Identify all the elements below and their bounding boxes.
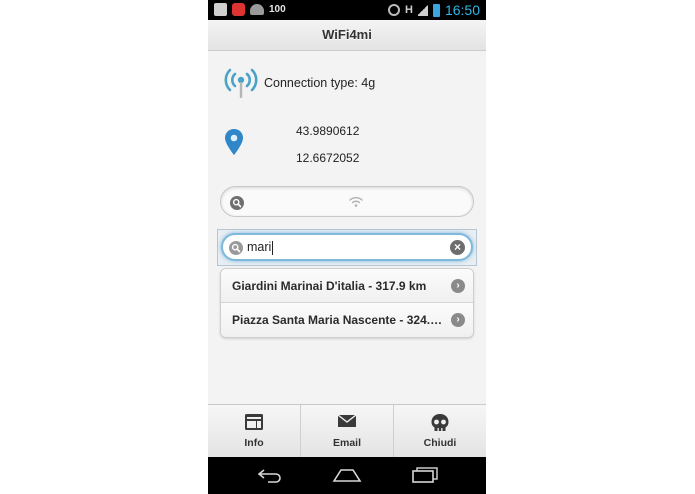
status-bar: 100 H 16:50 bbox=[208, 0, 486, 20]
recent-apps-icon[interactable] bbox=[411, 467, 439, 488]
latitude-value: 43.9890612 bbox=[296, 124, 360, 138]
nav-info-label: Info bbox=[244, 437, 264, 449]
chevron-right-icon: › bbox=[451, 313, 465, 327]
chevron-right-icon: › bbox=[451, 279, 465, 293]
nav-info-button[interactable]: Info bbox=[208, 405, 301, 457]
info-icon bbox=[244, 413, 264, 436]
skull-icon bbox=[430, 413, 450, 438]
clear-icon[interactable]: × bbox=[450, 240, 465, 255]
battery-icon bbox=[432, 3, 440, 17]
list-item[interactable]: Piazza Santa Maria Nascente - 324.… › bbox=[221, 303, 473, 337]
email-icon bbox=[337, 413, 357, 434]
battery-level-text: 100 bbox=[269, 4, 286, 15]
search-icon bbox=[230, 196, 244, 215]
app-header: WiFi4mi bbox=[208, 20, 486, 51]
antenna-icon bbox=[224, 66, 258, 100]
wifi-icon bbox=[349, 195, 363, 213]
connection-row: Connection type: 4g bbox=[224, 66, 375, 100]
connection-type-label: Connection type: 4g bbox=[264, 76, 376, 90]
system-nav-bar bbox=[208, 457, 486, 494]
filter-input-value[interactable]: mari bbox=[247, 240, 273, 255]
nav-email-button[interactable]: Email bbox=[301, 405, 394, 457]
android-icon bbox=[250, 4, 264, 15]
filter-input[interactable]: mari × bbox=[221, 233, 473, 261]
app-title: WiFi4mi bbox=[322, 27, 372, 42]
rotate-icon bbox=[388, 4, 400, 16]
longitude-value: 12.6672052 bbox=[296, 151, 360, 165]
network-type: H bbox=[405, 4, 413, 16]
map-pin-icon bbox=[224, 128, 244, 156]
status-time: 16:50 bbox=[444, 2, 480, 18]
nav-close-button[interactable]: Chiudi bbox=[394, 405, 486, 457]
filter-bar: mari × bbox=[217, 229, 477, 266]
image-icon bbox=[214, 3, 227, 16]
list-item[interactable]: Giardini Marinai D'italia - 317.9 km › bbox=[221, 269, 473, 303]
bottom-nav: Info Email Chiudi bbox=[208, 404, 486, 457]
list-item-label: Giardini Marinai D'italia - 317.9 km bbox=[232, 279, 427, 293]
nav-email-label: Email bbox=[332, 437, 361, 449]
signal-icon bbox=[417, 4, 428, 16]
blocked-icon bbox=[232, 3, 245, 16]
home-icon[interactable] bbox=[332, 467, 362, 488]
wifi-search-bar[interactable] bbox=[220, 186, 474, 217]
results-list: Giardini Marinai D'italia - 317.9 km › P… bbox=[220, 268, 474, 338]
phone-screen: 100 H 16:50 WiFi4mi Connection type: 4g bbox=[208, 0, 486, 494]
search-icon bbox=[229, 241, 243, 260]
nav-close-label: Chiudi bbox=[423, 437, 457, 449]
back-icon[interactable] bbox=[256, 467, 284, 488]
list-item-label: Piazza Santa Maria Nascente - 324.… bbox=[232, 313, 443, 327]
